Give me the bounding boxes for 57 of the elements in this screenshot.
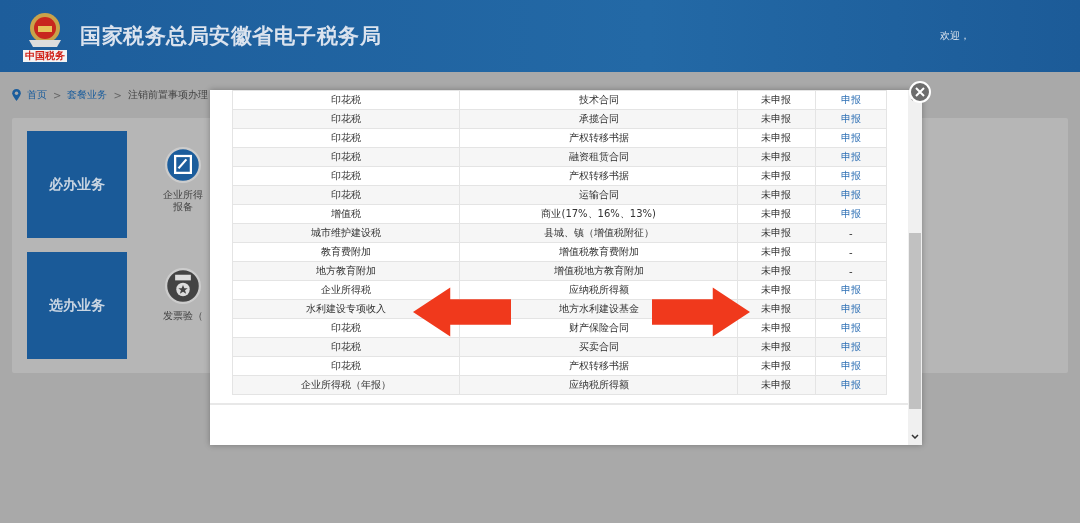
status-cell: 未申报 — [737, 204, 816, 224]
table-cell: - — [849, 265, 853, 277]
logo-caption: 中国税务 — [23, 50, 67, 62]
declare-link[interactable]: 申报 — [840, 303, 861, 314]
table-cell: 产权转移书据 — [459, 356, 738, 376]
declare-link[interactable]: 申报 — [840, 360, 861, 371]
breadcrumb-current: 注销前置事项办理 — [127, 88, 208, 102]
status-cell: 未申报 — [737, 166, 816, 186]
arrow-icon — [652, 286, 750, 338]
table-cell: 印花税 — [232, 356, 460, 376]
medal-icon[interactable] — [165, 268, 201, 304]
declare-link[interactable]: 申报 — [840, 170, 861, 181]
status-cell: 未申报 — [737, 242, 816, 262]
table-cell: 教育费附加 — [232, 242, 460, 262]
status-cell: 未申报 — [737, 356, 816, 376]
arrow-icon — [413, 286, 511, 338]
service-label[interactable]: 企业所得 — [163, 189, 203, 201]
service-label[interactable]: 发票验（ — [163, 310, 203, 322]
table-cell: - — [849, 227, 853, 239]
table-cell: 印花税 — [232, 90, 460, 110]
section-tab[interactable]: 必办业务 — [27, 131, 127, 238]
edit-icon[interactable] — [165, 147, 201, 183]
table-cell: 印花税 — [232, 128, 460, 148]
table-cell: 印花税 — [232, 166, 460, 186]
table-cell: - — [849, 246, 853, 258]
table-cell: 增值税 — [232, 204, 460, 224]
declare-link[interactable]: 申报 — [840, 113, 861, 124]
declare-link[interactable]: 申报 — [840, 208, 861, 219]
section-tab[interactable]: 选办业务 — [27, 252, 127, 359]
site-title: 国家税务总局安徽省电子税务局 — [80, 23, 381, 50]
status-cell: 未申报 — [737, 128, 816, 148]
declare-link[interactable]: 申报 — [840, 379, 861, 390]
table-cell: 技术合同 — [459, 90, 738, 110]
table-cell: 产权转移书据 — [459, 128, 738, 148]
scroll-thumb[interactable] — [909, 233, 921, 409]
declare-link[interactable]: 申报 — [840, 151, 861, 162]
status-cell: 未申报 — [737, 90, 816, 110]
declare-link[interactable]: 申报 — [840, 132, 861, 143]
breadcrumb-link[interactable]: 首页 — [27, 88, 47, 102]
table-cell: 商业(17%、16%、13%) — [459, 204, 738, 224]
breadcrumb-link[interactable]: 套餐业务 — [67, 88, 108, 102]
scroll-down-icon[interactable] — [911, 434, 919, 439]
table-cell: 产权转移书据 — [459, 166, 738, 186]
welcome-text: 欢迎， — [940, 29, 970, 43]
declare-link[interactable]: 申报 — [840, 341, 861, 352]
declare-link[interactable]: 申报 — [840, 322, 861, 333]
declare-link[interactable]: 申报 — [840, 284, 861, 295]
declare-link[interactable]: 申报 — [840, 189, 861, 200]
declare-link[interactable]: 申报 — [840, 94, 861, 105]
service-label[interactable]: 报备 — [173, 201, 193, 213]
status-cell: 未申报 — [737, 280, 816, 300]
breadcrumb-separator: > — [53, 89, 62, 101]
scrollbar[interactable] — [908, 90, 922, 445]
table-cell: 增值税教育费附加 — [459, 242, 738, 262]
breadcrumb-separator: > — [113, 89, 122, 101]
close-icon[interactable] — [909, 81, 931, 103]
location-pin-icon — [12, 89, 21, 101]
